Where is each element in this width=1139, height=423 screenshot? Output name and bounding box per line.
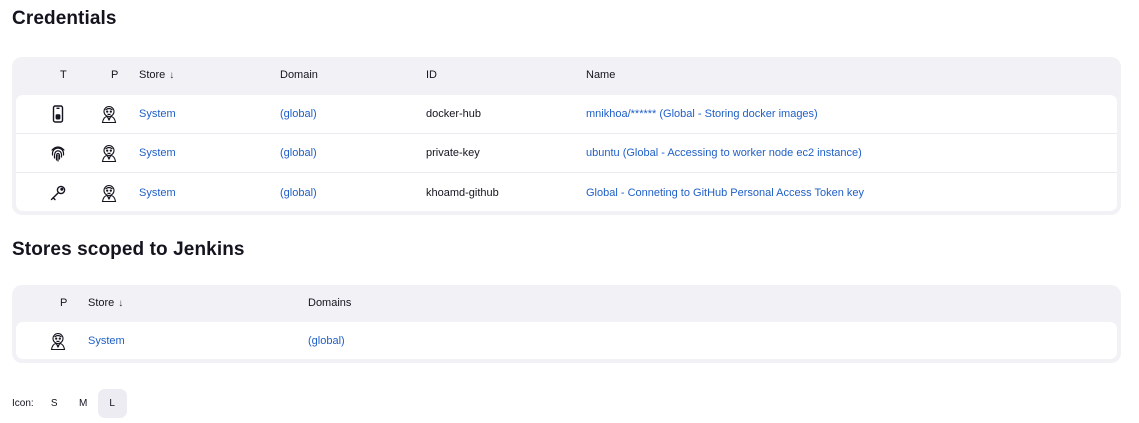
domains-link[interactable]: (global) (308, 335, 345, 347)
col-header-store-label: Store (88, 297, 115, 309)
credential-name-link[interactable]: Global - Conneting to GitHub Personal Ac… (586, 187, 864, 199)
domain-link[interactable]: (global) (280, 147, 317, 159)
stores-table-body: System (global) (16, 322, 1117, 359)
stores-table: P Store ↓ Domains System (global) (12, 285, 1121, 363)
credential-id: khoamd-github (426, 186, 499, 199)
store-link[interactable]: System (139, 108, 176, 120)
icon-size-medium-button[interactable]: M (69, 389, 98, 418)
jenkins-butler-icon (99, 183, 119, 203)
table-row: System (global) khoamd-github Global - C… (16, 173, 1117, 211)
col-header-provider[interactable]: P (111, 69, 118, 81)
domain-link[interactable]: (global) (280, 108, 317, 120)
credentials-table: T P Store ↓ Domain ID Name System (global… (12, 57, 1121, 215)
credential-name-link[interactable]: mnikhoa/****** (Global - Storing docker … (586, 108, 818, 120)
col-header-store[interactable]: Store ↓ (139, 69, 174, 81)
col-header-id[interactable]: ID (426, 69, 437, 81)
credentials-table-header: T P Store ↓ Domain ID Name (12, 57, 1121, 95)
domain-link[interactable]: (global) (280, 187, 317, 199)
fingerprint-icon (48, 143, 68, 163)
sort-descending-icon: ↓ (118, 298, 124, 309)
store-link[interactable]: System (88, 335, 125, 347)
sort-descending-icon: ↓ (169, 70, 175, 81)
jenkins-butler-icon (99, 143, 119, 163)
credentials-table-body: System (global) docker-hub mnikhoa/*****… (16, 95, 1117, 211)
col-header-type[interactable]: T (60, 69, 67, 81)
credential-id: docker-hub (426, 108, 482, 120)
col-header-store-label: Store (139, 69, 166, 81)
key-icon (48, 183, 68, 203)
col-header-name[interactable]: Name (586, 69, 615, 81)
icon-size-label: Icon: (12, 398, 34, 409)
stores-heading: Stores scoped to Jenkins (12, 239, 245, 260)
table-row: System (global) private-key ubuntu (Glob… (16, 134, 1117, 173)
col-header-provider[interactable]: P (60, 297, 67, 309)
credential-name-link[interactable]: ubuntu (Global - Accessing to worker nod… (586, 147, 862, 159)
icon-size-large-button[interactable]: L (97, 389, 127, 418)
credential-id: private-key (426, 147, 480, 159)
col-header-domains[interactable]: Domains (308, 297, 351, 309)
store-link[interactable]: System (139, 187, 176, 199)
jenkins-butler-icon (48, 331, 68, 351)
col-header-store[interactable]: Store ↓ (88, 297, 123, 309)
mobile-phone-icon (48, 104, 68, 124)
table-row: System (global) (16, 322, 1117, 359)
icon-size-small-button[interactable]: S (40, 389, 69, 418)
table-row: System (global) docker-hub mnikhoa/*****… (16, 95, 1117, 134)
credentials-heading: Credentials (12, 8, 117, 29)
icon-size-selector: Icon: S M L (12, 389, 127, 418)
stores-table-header: P Store ↓ Domains (12, 285, 1121, 322)
store-link[interactable]: System (139, 147, 176, 159)
col-header-domain[interactable]: Domain (280, 69, 318, 81)
jenkins-butler-icon (99, 104, 119, 124)
